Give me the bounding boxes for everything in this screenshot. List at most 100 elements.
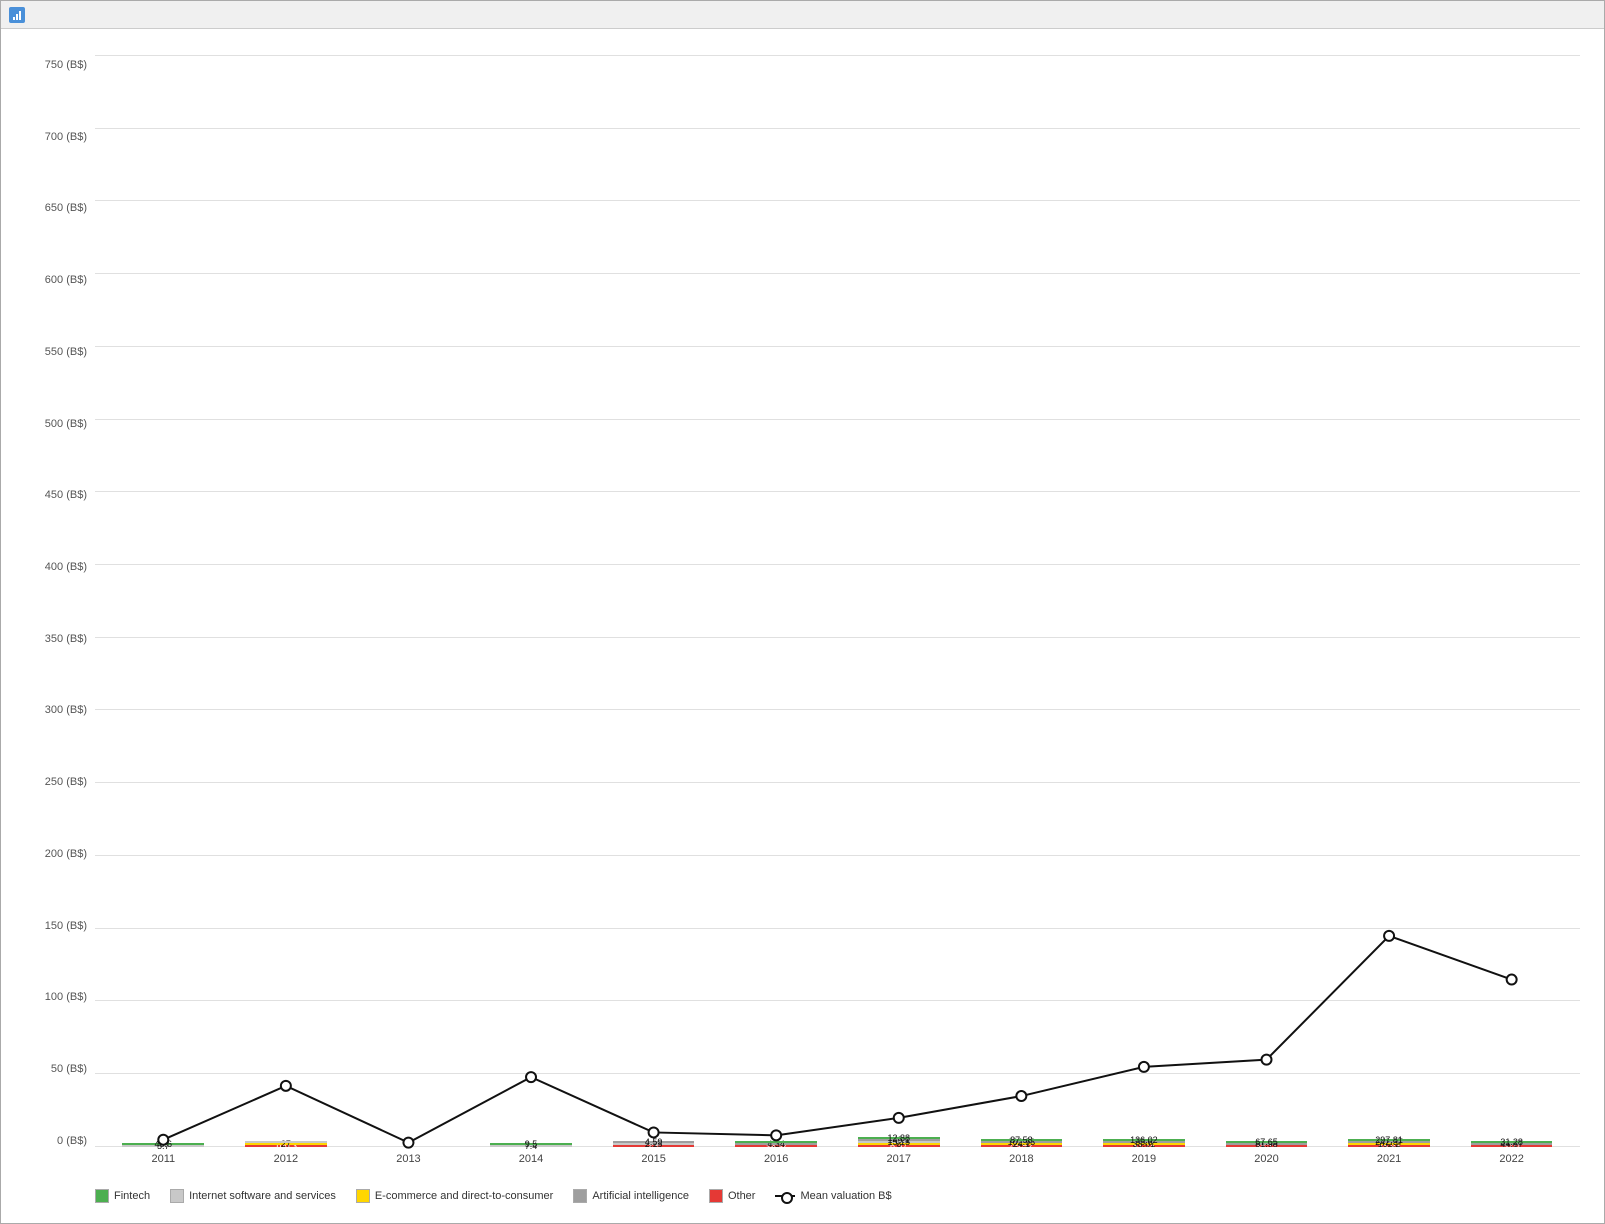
bar-value-label: 9.5 [490, 1139, 572, 1149]
y-tick: 700 (B$) [45, 131, 87, 143]
x-labels: 2011201220132014201520162017201820192020… [95, 1149, 1580, 1177]
legend-color-swatch [356, 1189, 370, 1203]
x-tick: 2017 [840, 1149, 957, 1177]
y-tick: 350 (B$) [45, 633, 87, 645]
bar-segment-fintech: 67.65 [1226, 1141, 1308, 1143]
x-tick: 2021 [1331, 1149, 1448, 1177]
bar-segment-internet: 2.15 [613, 1143, 695, 1145]
bar-segment-ecommerce: 102.2 [1348, 1143, 1430, 1145]
y-tick: 600 (B$) [45, 274, 87, 286]
bar-group: 5.0444.6731.28 [1453, 55, 1570, 1147]
bar-segment-fintech: 136.02 [1103, 1139, 1185, 1141]
chart-container: 750 (B$) 700 (B$) 650 (B$) 600 (B$) 550 (B$)… [1, 29, 1604, 1223]
bar-group: 7.49.5 [473, 55, 590, 1147]
maximize-button[interactable] [1528, 4, 1560, 26]
bar-segment-ai: 4.59 [613, 1141, 695, 1143]
bar-stack: 5.0444.6731.28 [1471, 1141, 1553, 1147]
bar-segment-ai: 149.1 [858, 1139, 940, 1141]
bar-segment-ai: 81.98 [1226, 1143, 1308, 1145]
bar-value-label: 45.6 [122, 1139, 204, 1149]
legend-line-symbol [775, 1195, 795, 1197]
x-tick: 2022 [1453, 1149, 1570, 1177]
bar-group: 5.745.6 [105, 55, 222, 1147]
bar-stack: 45.5224.1102.9387.58 [981, 1139, 1063, 1147]
titlebar [1, 1, 1604, 29]
bar-group: 2.52.154.59 [595, 55, 712, 1147]
bar-segment-ai: 55.6 [1103, 1141, 1185, 1143]
x-tick: 2015 [595, 1149, 712, 1177]
y-tick: 550 (B$) [45, 346, 87, 358]
x-tick: 2014 [473, 1149, 590, 1177]
y-tick: 50 (B$) [51, 1063, 87, 1075]
x-tick: 2020 [1208, 1149, 1325, 1177]
bar-group: 100.327 [228, 55, 345, 1147]
chart-area: 750 (B$) 700 (B$) 650 (B$) 600 (B$) 550 (B$)… [25, 55, 1580, 1177]
bar-segment-other: 45.52 [981, 1145, 1063, 1147]
bar-group: 31.2433.0155.6136.02 [1086, 55, 1203, 1147]
minimize-button[interactable] [1492, 4, 1524, 26]
bar-segment-other: 39.37 [735, 1145, 817, 1147]
x-tick: 2012 [228, 1149, 345, 1177]
bar-segment-other: 2.5 [613, 1145, 695, 1147]
legend-item-mean: Mean valuation B$ [775, 1190, 891, 1202]
legend-color-swatch [709, 1189, 723, 1203]
close-button[interactable] [1564, 4, 1596, 26]
bar-stack: 34.1181.9867.65 [1226, 1141, 1308, 1147]
app-icon [9, 7, 25, 23]
legend-label: Mean valuation B$ [800, 1190, 891, 1202]
bar-segment-fintech: 297.81 [1348, 1139, 1430, 1141]
bar-group: 39.374.34 [718, 55, 835, 1147]
bar-segment-other: 100.3 [245, 1145, 327, 1147]
y-tick: 0 (B$) [57, 1135, 87, 1147]
bar-segment-ai: 102.93 [981, 1141, 1063, 1143]
bar-stack: 5.745.6 [122, 1143, 204, 1147]
bar-segment-internet: 15.15 [858, 1141, 940, 1143]
bar-segment-other: 31.24 [1103, 1145, 1185, 1147]
bar-stack: 39.374.34 [735, 1141, 817, 1147]
main-window: 750 (B$) 700 (B$) 650 (B$) 600 (B$) 550 (B$)… [0, 0, 1605, 1224]
y-tick: 100 (B$) [45, 991, 87, 1003]
bar-group: 35.93102.2242.37297.81 [1331, 55, 1448, 1147]
y-tick: 650 (B$) [45, 202, 87, 214]
legend-color-swatch [573, 1189, 587, 1203]
legend-label: E-commerce and direct-to-consumer [375, 1190, 554, 1202]
bar-stack: 35.93102.2242.37297.81 [1348, 1139, 1430, 1147]
bar-segment-other: 34.11 [1226, 1145, 1308, 1147]
window-controls [1492, 4, 1596, 26]
bar-segment-ecommerce: 33.01 [1103, 1143, 1185, 1145]
legend-item-fintech: Fintech [95, 1189, 150, 1203]
bar-segment-other: 5.04 [1471, 1145, 1553, 1147]
y-tick: 750 (B$) [45, 59, 87, 71]
y-axis: 750 (B$) 700 (B$) 650 (B$) 600 (B$) 550 (B$)… [25, 55, 95, 1177]
x-tick: 2016 [718, 1149, 835, 1177]
bar-group [350, 55, 467, 1147]
x-tick: 2019 [1086, 1149, 1203, 1177]
bar-stack: 7.49.5 [490, 1143, 572, 1147]
bar-segment-ai: 4.34 [735, 1143, 817, 1145]
y-tick: 200 (B$) [45, 848, 87, 860]
bar-stack: 100.327 [245, 1141, 327, 1147]
bar-segment-ai: 44.67 [1471, 1143, 1553, 1145]
bar-stack: 31.2433.0155.6136.02 [1103, 1139, 1185, 1147]
legend-item-ecommerce: E-commerce and direct-to-consumer [356, 1189, 554, 1203]
legend-color-swatch [95, 1189, 109, 1203]
bar-segment-ai: 242.37 [1348, 1141, 1430, 1143]
bar-segment-fintech: 9.5 [490, 1143, 572, 1145]
plot-area: 5.745.6 100.327 7.49.5 2.52.154.59 39.374.34… [95, 55, 1580, 1177]
y-tick: 500 (B$) [45, 418, 87, 430]
legend-item-ai: Artificial intelligence [573, 1189, 689, 1203]
legend-item-internet: Internet software and services [170, 1189, 336, 1203]
bar-segment-ecommerce: 27 [245, 1143, 327, 1145]
bar-segment-internet: 7.4 [490, 1145, 572, 1147]
bar-group: 34.1181.9867.65 [1208, 55, 1325, 1147]
y-tick: 250 (B$) [45, 776, 87, 788]
bar-segment-other: 35.93 [1348, 1145, 1430, 1147]
bar-segment-fintech: 87.58 [981, 1139, 1063, 1141]
bar-segment-fintech [735, 1141, 817, 1143]
bar-group: 6.37615.15149.112.88 [840, 55, 957, 1147]
legend-label: Other [728, 1190, 756, 1202]
y-tick: 300 (B$) [45, 704, 87, 716]
bar-segment-internet: 5.7 [122, 1145, 204, 1147]
bars-area: 5.745.6 100.327 7.49.5 2.52.154.59 39.374.34… [95, 55, 1580, 1147]
y-tick: 150 (B$) [45, 920, 87, 932]
